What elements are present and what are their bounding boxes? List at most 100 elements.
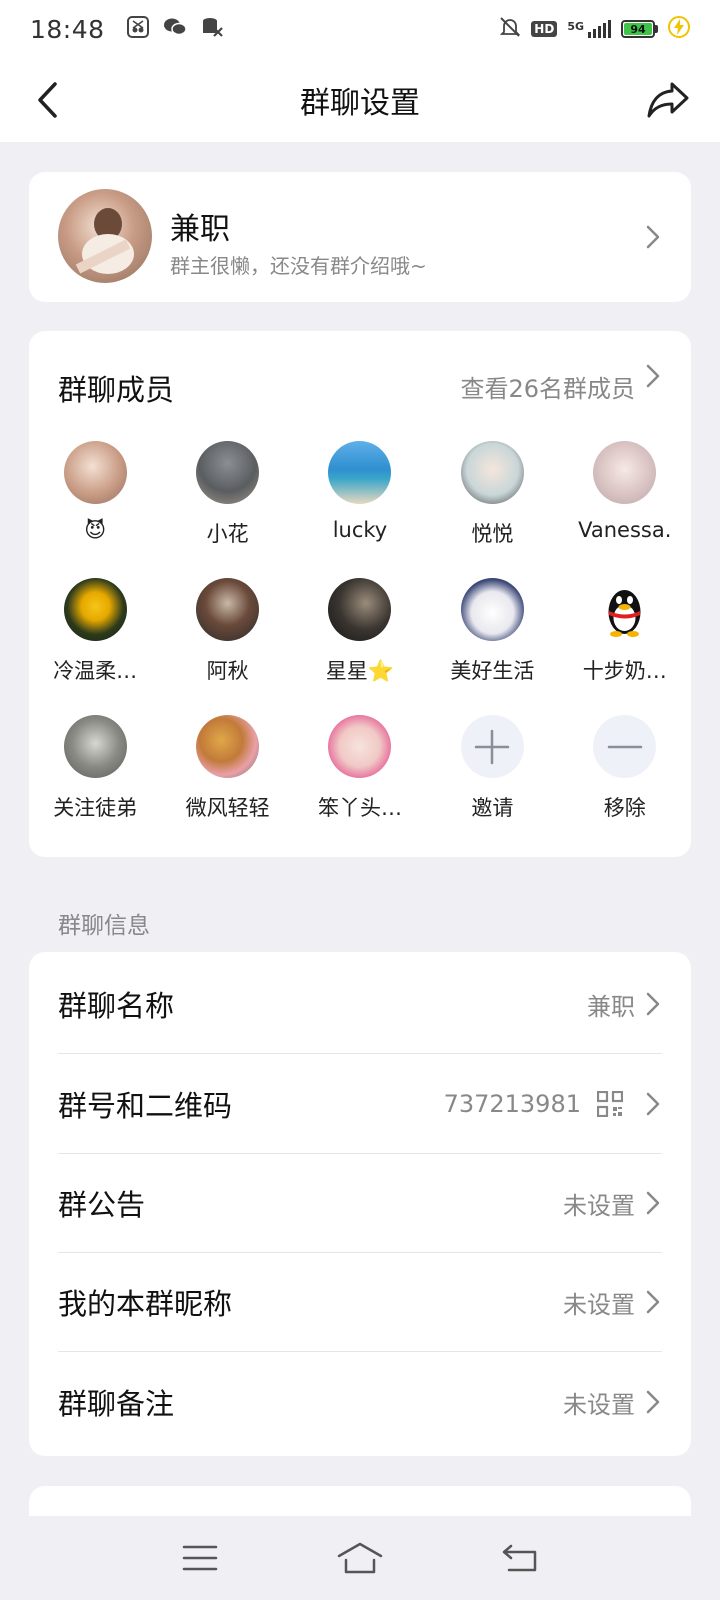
member-item[interactable]: 悦悦 [426,441,558,578]
invite-member-button[interactable]: 邀请 [426,715,558,852]
data-saver-icon [201,16,223,42]
member-name: 😈 [84,518,107,542]
row-value: 未设置 [563,1191,635,1220]
home-icon [337,1542,383,1574]
row-group-announcement[interactable]: 群公告 未设置 [29,1153,691,1253]
status-bar: 18:48 HD 5G 94 [0,0,720,58]
signal-icon: 5G [567,20,611,38]
view-all-members-link[interactable]: 查看26名群成员 [460,369,635,404]
back-nav-button[interactable] [490,1536,550,1580]
row-value: 737213981 [443,1090,581,1118]
chevron-right-icon [646,992,660,1016]
group-info-list: 群聊名称 兼职 群号和二维码 737213981 群公告 未设置 我的本群昵称 … [29,952,691,1456]
group-info-card[interactable]: 兼职 群主很懒，还没有群介绍哦~ [29,172,691,302]
member-item[interactable]: 微风轻轻 [161,715,293,852]
invite-label: 邀请 [471,796,514,820]
member-item[interactable]: 星星⭐ [294,578,426,715]
row-my-nickname[interactable]: 我的本群昵称 未设置 [29,1252,691,1352]
return-icon [502,1544,537,1572]
member-avatar [196,578,260,641]
member-avatar [196,441,260,504]
member-avatar [63,715,127,778]
menu-button[interactable] [170,1536,230,1580]
member-name: 星星⭐ [325,659,395,683]
member-item[interactable]: 笨丫头… [294,715,426,852]
member-avatar [196,715,260,778]
member-avatar [460,578,524,641]
chevron-right-icon [646,1191,660,1215]
member-item[interactable]: 冷温柔… [29,578,161,715]
row-value: 未设置 [563,1390,635,1419]
chevron-right-icon [646,1390,660,1414]
chevron-right-icon [646,225,660,249]
add-icon [460,715,524,778]
charging-icon [668,16,690,42]
member-avatar [460,441,524,504]
row-value: 兼职 [587,992,635,1021]
member-item[interactable]: 小花 [161,441,293,578]
group-avatar [58,189,152,283]
battery-icon: 94 [621,20,658,38]
member-item[interactable]: lucky [294,441,426,578]
back-arrow-icon [38,82,57,118]
group-members-card: 群聊成员 查看26名群成员 😈 小花 lucky 悦悦 Vanessa. 冷温柔… [29,331,691,857]
remove-label: 移除 [603,796,646,820]
member-name: 关注徒弟 [53,796,138,820]
row-group-id-qrcode[interactable]: 群号和二维码 737213981 [29,1054,691,1154]
wechat-icon [163,16,187,42]
members-title: 群聊成员 [58,373,175,407]
member-avatar [328,578,392,641]
member-avatar [593,578,657,641]
chevron-right-icon [646,1092,660,1116]
status-time: 18:48 [30,14,105,44]
group-name: 兼职 [170,212,230,247]
scissors-app-icon [126,16,149,42]
qq-penguin-icon [608,590,641,637]
member-name: lucky [332,518,388,542]
member-name: 微风轻轻 [185,796,270,820]
row-label: 群号和二维码 [58,1089,233,1123]
row-group-remark[interactable]: 群聊备注 未设置 [29,1352,691,1452]
hd-icon: HD [531,21,558,37]
member-name: 小花 [206,522,249,546]
system-navigation-bar [0,1516,720,1600]
row-value: 未设置 [563,1290,635,1319]
back-button[interactable] [24,76,72,124]
member-avatar [328,441,392,504]
qr-code-icon [597,1091,623,1117]
network-type: 5G [567,20,584,33]
chevron-right-icon [646,364,660,388]
member-item[interactable]: 美好生活 [426,578,558,715]
member-name: Vanessa. [578,518,672,542]
row-label: 群公告 [58,1188,146,1222]
row-label: 群聊备注 [58,1387,175,1421]
member-name: 笨丫头… [317,796,402,820]
battery-level: 94 [624,23,652,36]
member-item[interactable]: 关注徒弟 [29,715,161,852]
chevron-right-icon [646,1290,660,1314]
home-button[interactable] [330,1536,390,1580]
member-item[interactable]: 😈 [29,441,161,578]
page-title: 群聊设置 [300,86,420,121]
section-title-group-info: 群聊信息 [58,913,150,939]
navigation-bar: 群聊设置 [0,58,720,142]
member-avatar [593,441,657,504]
member-item[interactable]: Vanessa. [559,441,691,578]
share-button[interactable] [642,74,694,126]
remove-member-button[interactable]: 移除 [559,715,691,852]
member-item[interactable]: 阿秋 [161,578,293,715]
member-item[interactable]: 十步奶… [559,578,691,715]
member-avatar [328,715,392,778]
row-label: 我的本群昵称 [58,1287,233,1321]
menu-icon [182,1545,218,1571]
member-name: 美好生活 [450,659,535,683]
mute-icon [499,16,521,42]
minus-icon [593,715,657,778]
member-name: 悦悦 [471,522,514,546]
member-avatar [63,441,127,504]
row-group-name[interactable]: 群聊名称 兼职 [29,954,691,1054]
members-grid: 😈 小花 lucky 悦悦 Vanessa. 冷温柔… 阿秋 星星⭐ 美好生活 … [29,441,691,852]
member-name: 十步奶… [582,659,667,683]
group-description: 群主很懒，还没有群介绍哦~ [170,254,427,278]
share-icon [647,82,689,118]
